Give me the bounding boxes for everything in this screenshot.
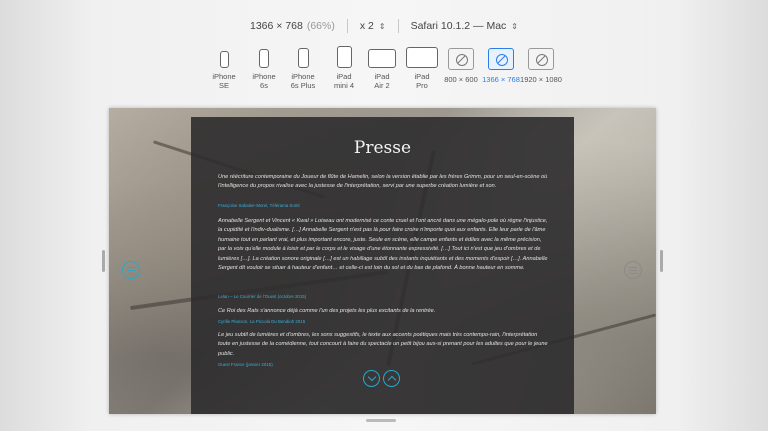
device-label: iPhone SE [212,72,236,90]
toolbar-divider [397,19,399,33]
device-ipad-pro[interactable]: iPad Pro [405,46,439,90]
device-800x600[interactable]: 800 × 600 [443,46,479,84]
device-iphone-6s-plus[interactable]: iPhone 6s Plus [288,46,318,90]
device-ipad-mini[interactable]: iPad mini 4 [332,46,356,90]
menu-icon[interactable] [624,261,642,279]
device-label: 1920 × 1080 [520,75,562,84]
resize-handle-right[interactable] [660,250,663,272]
zoom-label: (66%) [306,20,335,32]
press-quote: Le jeu subtil de lumières et d'ombres, l… [218,332,548,357]
device-label: iPad mini 4 [333,72,354,90]
compass-icon [456,54,468,66]
menu-icon[interactable] [122,261,140,279]
scroll-controls [363,370,403,387]
device-1920x1080[interactable]: 1920 × 1080 [520,46,562,84]
iphone-icon [219,51,229,68]
browser-label: Safari 10.1.2 — Mac [410,20,507,32]
device-iphone-6s[interactable]: iPhone 6s [251,46,277,90]
device-label: iPhone 6s Plus [290,72,316,90]
device-label: iPad Air 2 [374,72,390,90]
press-quote: Annabelle Sergent et Vincent « Kwal » Lo… [218,218,548,272]
quote-source[interactable]: Cyrille Planson, La Piccola Du Bendioh 2… [218,319,305,324]
quote-source[interactable]: Lelan – Le Courrier de l'Ouest (octobre … [218,294,306,299]
quote-source[interactable]: Ouest France (janvier 2015) [218,362,273,367]
safari-tile [488,48,514,70]
press-panel: Presse Une réécriture contemporaine du J… [191,117,574,414]
iphone-icon [259,49,269,68]
device-label: 800 × 600 [444,75,478,84]
resolution-selector[interactable]: 1366 × 768 (66%) [250,20,335,32]
responsive-toolbar: 1366 × 768 (66%) x 2 ⇕ Safari 10.1.2 — Mac… [0,14,768,38]
page-title: Presse [353,138,412,158]
safari-tile [528,48,554,70]
resize-handle-left[interactable] [102,250,105,272]
browser-selector[interactable]: Safari 10.1.2 — Mac ⇕ [411,20,518,32]
device-label: iPad Pro [414,72,430,90]
scale-label: x 2 [359,20,374,32]
toolbar-divider [346,19,348,33]
resize-handle-bottom[interactable] [366,419,396,422]
resolution-label: 1366 × 768 [250,20,303,32]
page-viewport: Presse Une réécriture contemporaine du J… [109,108,656,414]
stepper-icon: ⇕ [511,22,518,31]
compass-icon [536,54,548,66]
device-label: 1366 × 768 [482,75,520,84]
scroll-down-icon[interactable] [363,370,380,387]
device-iphone-se[interactable]: iPhone SE [212,46,236,90]
ipad-icon [368,49,396,68]
ipad-icon [406,47,438,68]
stepper-icon: ⇕ [378,22,386,31]
scroll-up-icon[interactable] [383,370,400,387]
quote-source[interactable]: Françoise Sabatier-Morel, Télérama Sorti… [218,203,300,208]
device-presets: iPhone SE iPhone 6s iPhone 6s Plus iPad … [0,46,768,96]
compass-icon [496,54,508,66]
press-quote: Ce Roi des Rats s'annonce déjà comme l'u… [218,308,436,314]
press-quote: Une réécriture contemporaine du Joueur d… [218,174,548,190]
scale-selector[interactable]: x 2 ⇕ [360,20,386,32]
device-1366x768[interactable]: 1366 × 768 [481,46,521,84]
device-ipad-air[interactable]: iPad Air 2 [367,46,397,90]
device-label: iPhone 6s [252,72,276,90]
safari-tile [448,48,474,70]
iphone-icon [297,48,309,68]
ipad-icon [336,46,352,68]
